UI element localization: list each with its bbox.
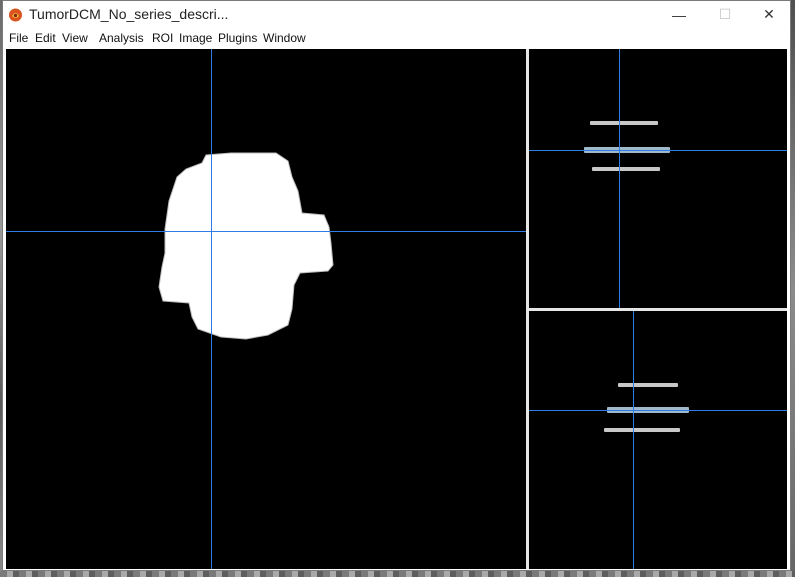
slice-bar (604, 428, 680, 432)
crosshair-horizontal (529, 150, 787, 151)
menu-plugins[interactable]: Plugins (218, 31, 257, 45)
menu-image[interactable]: Image (179, 31, 212, 45)
title-bar[interactable]: TumorDCM_No_series_descri... — ☐ ✕ (3, 1, 790, 28)
menu-edit[interactable]: Edit (35, 31, 56, 45)
slice-bar (618, 383, 678, 387)
maximize-button[interactable]: ☐ (702, 1, 748, 28)
sagittal-view[interactable] (529, 311, 787, 569)
crosshair-vertical (619, 49, 620, 308)
axial-view[interactable] (6, 49, 526, 569)
slice-bar (592, 167, 660, 171)
close-icon: ✕ (763, 6, 775, 22)
desktop-edge-bottom (0, 571, 795, 577)
crosshair-vertical (633, 311, 634, 569)
maximize-icon: ☐ (718, 6, 732, 22)
app-window: TumorDCM_No_series_descri... — ☐ ✕ File … (2, 0, 791, 571)
menu-view[interactable]: View (62, 31, 88, 45)
crosshair-horizontal (6, 231, 526, 232)
menu-analysis[interactable]: Analysis (99, 31, 144, 45)
window-title: TumorDCM_No_series_descri... (29, 6, 229, 22)
desktop-edge-right (791, 0, 795, 577)
menu-bar: File Edit View Analysis ROI Image Plugin… (3, 28, 790, 48)
coronal-view[interactable] (529, 49, 787, 308)
crosshair-horizontal (529, 410, 787, 411)
crosshair-vertical (211, 49, 212, 569)
menu-file[interactable]: File (9, 31, 28, 45)
image-canvas[interactable] (6, 49, 787, 569)
menu-roi[interactable]: ROI (152, 31, 173, 45)
minimize-icon: — (672, 6, 686, 23)
menu-window[interactable]: Window (263, 31, 306, 45)
slice-bar (590, 121, 658, 125)
close-button[interactable]: ✕ (746, 1, 792, 28)
app-icon (9, 8, 22, 22)
minimize-button[interactable]: — (656, 1, 702, 28)
tumor-mask (158, 152, 334, 340)
